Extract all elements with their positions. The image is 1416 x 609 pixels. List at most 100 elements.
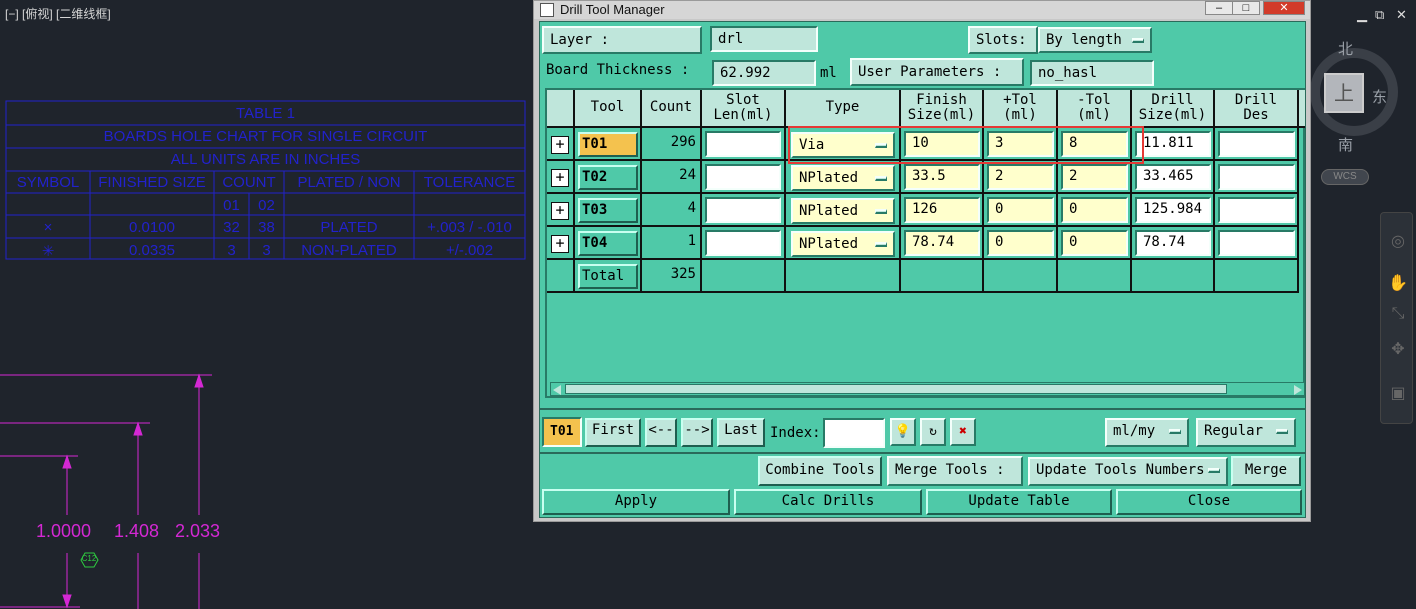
- column-header-type[interactable]: Type: [786, 90, 901, 128]
- slot-cell: [702, 194, 786, 227]
- steering-wheel-icon[interactable]: ◎: [1388, 231, 1408, 251]
- delete-icon[interactable]: ✖: [950, 418, 976, 446]
- drill-des-input[interactable]: [1218, 131, 1295, 157]
- units-dropdown[interactable]: ml/my: [1105, 418, 1189, 447]
- close-button[interactable]: Close: [1116, 489, 1302, 515]
- restore-viewport-icon[interactable]: ⧉: [1375, 8, 1384, 23]
- column-header-drill-des[interactable]: Drill Des: [1215, 90, 1299, 128]
- merge-tools-label: Merge Tools :: [887, 456, 1023, 486]
- last-button[interactable]: Last: [717, 418, 765, 447]
- finish-size-input[interactable]: 33.5: [904, 164, 980, 190]
- scroll-thumb[interactable]: [565, 384, 1227, 394]
- type-dropdown[interactable]: NPlated: [791, 198, 895, 224]
- tool-button-t04[interactable]: T04: [578, 231, 638, 256]
- board-thickness-label: Board Thickness :: [540, 58, 708, 86]
- calc-drills-button[interactable]: Calc Drills: [734, 489, 922, 515]
- title-bar[interactable]: Drill Tool Manager – □ ✕: [534, 1, 1310, 19]
- count-cell: 24: [642, 161, 702, 194]
- finish-size-input[interactable]: 78.74: [904, 230, 980, 256]
- type-dropdown[interactable]: Via: [791, 132, 895, 158]
- expand-plus-icon[interactable]: +: [551, 169, 569, 187]
- drill-des-input[interactable]: [1218, 197, 1295, 223]
- column-header-plus-tol[interactable]: +Tol (ml): [984, 90, 1058, 128]
- plus-tol-input[interactable]: 0: [987, 230, 1054, 256]
- column-header-finish-size[interactable]: Finish Size(ml): [901, 90, 984, 128]
- minimize-button[interactable]: –: [1205, 1, 1233, 15]
- tool-button-t02[interactable]: T02: [578, 165, 638, 190]
- update-table-button[interactable]: Update Table: [926, 489, 1112, 515]
- layer-input[interactable]: drl: [710, 26, 818, 52]
- finish-size-input[interactable]: 126: [904, 197, 980, 223]
- drill-size-input[interactable]: 11.811: [1135, 131, 1211, 157]
- compass-north[interactable]: 北: [1338, 38, 1353, 59]
- table-row-expander[interactable]: +: [547, 161, 575, 194]
- scroll-right-icon[interactable]: [1294, 385, 1302, 395]
- count-cell: 1: [642, 227, 702, 260]
- minus-tol-input[interactable]: 8: [1061, 131, 1128, 157]
- apply-button[interactable]: Apply: [542, 489, 730, 515]
- viewport-label[interactable]: [−] [俯视] [二维线框]: [5, 5, 111, 22]
- column-header-drill-size[interactable]: Drill Size(ml): [1132, 90, 1215, 128]
- slot-len-input[interactable]: [705, 197, 781, 223]
- compass-south[interactable]: 南: [1338, 134, 1353, 155]
- expand-plus-icon[interactable]: +: [551, 235, 569, 253]
- zoom-icon[interactable]: ⤡: [1388, 303, 1408, 323]
- expand-plus-icon[interactable]: +: [551, 202, 569, 220]
- table-row-expander[interactable]: +: [547, 194, 575, 227]
- user-parameters-input[interactable]: no_hasl: [1030, 60, 1154, 86]
- drill-des-input[interactable]: [1218, 164, 1295, 190]
- board-thickness-input[interactable]: 62.992: [712, 60, 816, 86]
- plus-tol-input[interactable]: 2: [987, 164, 1054, 190]
- minus-tol-input[interactable]: 2: [1061, 164, 1128, 190]
- header-line: Slot: [726, 92, 760, 108]
- close-window-button[interactable]: ✕: [1263, 1, 1305, 15]
- tool-button-t01[interactable]: T01: [578, 132, 638, 157]
- column-header-count[interactable]: Count: [642, 90, 702, 128]
- light-bulb-icon[interactable]: 💡: [890, 418, 916, 446]
- compass-east[interactable]: 东: [1372, 86, 1387, 107]
- table-row-expander[interactable]: +: [547, 227, 575, 260]
- table-row-expander[interactable]: +: [547, 128, 575, 161]
- wcs-menu[interactable]: WCS: [1321, 169, 1369, 185]
- drill-size-input[interactable]: 33.465: [1135, 164, 1211, 190]
- showmotion-icon[interactable]: ▣: [1388, 383, 1408, 403]
- orbit-icon[interactable]: ✥: [1388, 339, 1408, 359]
- plus-tol-input[interactable]: 3: [987, 131, 1054, 157]
- close-viewport-icon[interactable]: ✕: [1396, 8, 1407, 23]
- slot-len-input[interactable]: [705, 131, 781, 157]
- plus-tol-input[interactable]: 0: [987, 197, 1054, 223]
- first-button[interactable]: First: [585, 418, 641, 447]
- maximize-button[interactable]: □: [1232, 1, 1260, 15]
- pan-hand-icon[interactable]: ✋: [1388, 273, 1408, 293]
- slot-len-input[interactable]: [705, 230, 781, 256]
- update-tools-numbers-dropdown[interactable]: Update Tools Numbers: [1028, 457, 1228, 486]
- prev-button[interactable]: <--: [645, 418, 677, 447]
- minimize-viewport-icon[interactable]: ▁: [1357, 8, 1367, 23]
- slot-len-input[interactable]: [705, 164, 781, 190]
- next-button[interactable]: -->: [681, 418, 713, 447]
- drill-des-input[interactable]: [1218, 230, 1295, 256]
- column-header-tool[interactable]: Tool: [575, 90, 642, 128]
- type-dropdown[interactable]: NPlated: [791, 165, 895, 191]
- combine-tools-button[interactable]: Combine Tools: [758, 456, 882, 486]
- column-header-minus-tol[interactable]: -Tol (ml): [1058, 90, 1132, 128]
- finish-size-input[interactable]: 10: [904, 131, 980, 157]
- tool-button-t03[interactable]: T03: [578, 198, 638, 223]
- drill-size-input[interactable]: 78.74: [1135, 230, 1211, 256]
- column-header-slot-len[interactable]: Slot Len(ml): [702, 90, 786, 128]
- viewcube-top-face[interactable]: 上: [1324, 73, 1364, 113]
- type-dropdown[interactable]: NPlated: [791, 231, 895, 257]
- mode-dropdown[interactable]: Regular: [1196, 418, 1296, 447]
- scroll-left-icon[interactable]: [553, 385, 561, 395]
- merge-button[interactable]: Merge: [1231, 456, 1301, 486]
- slots-dropdown[interactable]: By length: [1038, 27, 1152, 53]
- hole-chart-cell: 3: [262, 242, 271, 259]
- viewcube[interactable]: 北 东 南 上: [1298, 38, 1398, 154]
- refresh-icon[interactable]: ↻: [920, 418, 946, 446]
- drill-size-input[interactable]: 125.984: [1135, 197, 1211, 223]
- minus-tol-input[interactable]: 0: [1061, 197, 1128, 223]
- expand-plus-icon[interactable]: +: [551, 136, 569, 154]
- index-input[interactable]: [823, 418, 885, 448]
- minus-tol-input[interactable]: 0: [1061, 230, 1128, 256]
- horizontal-scrollbar[interactable]: [550, 382, 1305, 396]
